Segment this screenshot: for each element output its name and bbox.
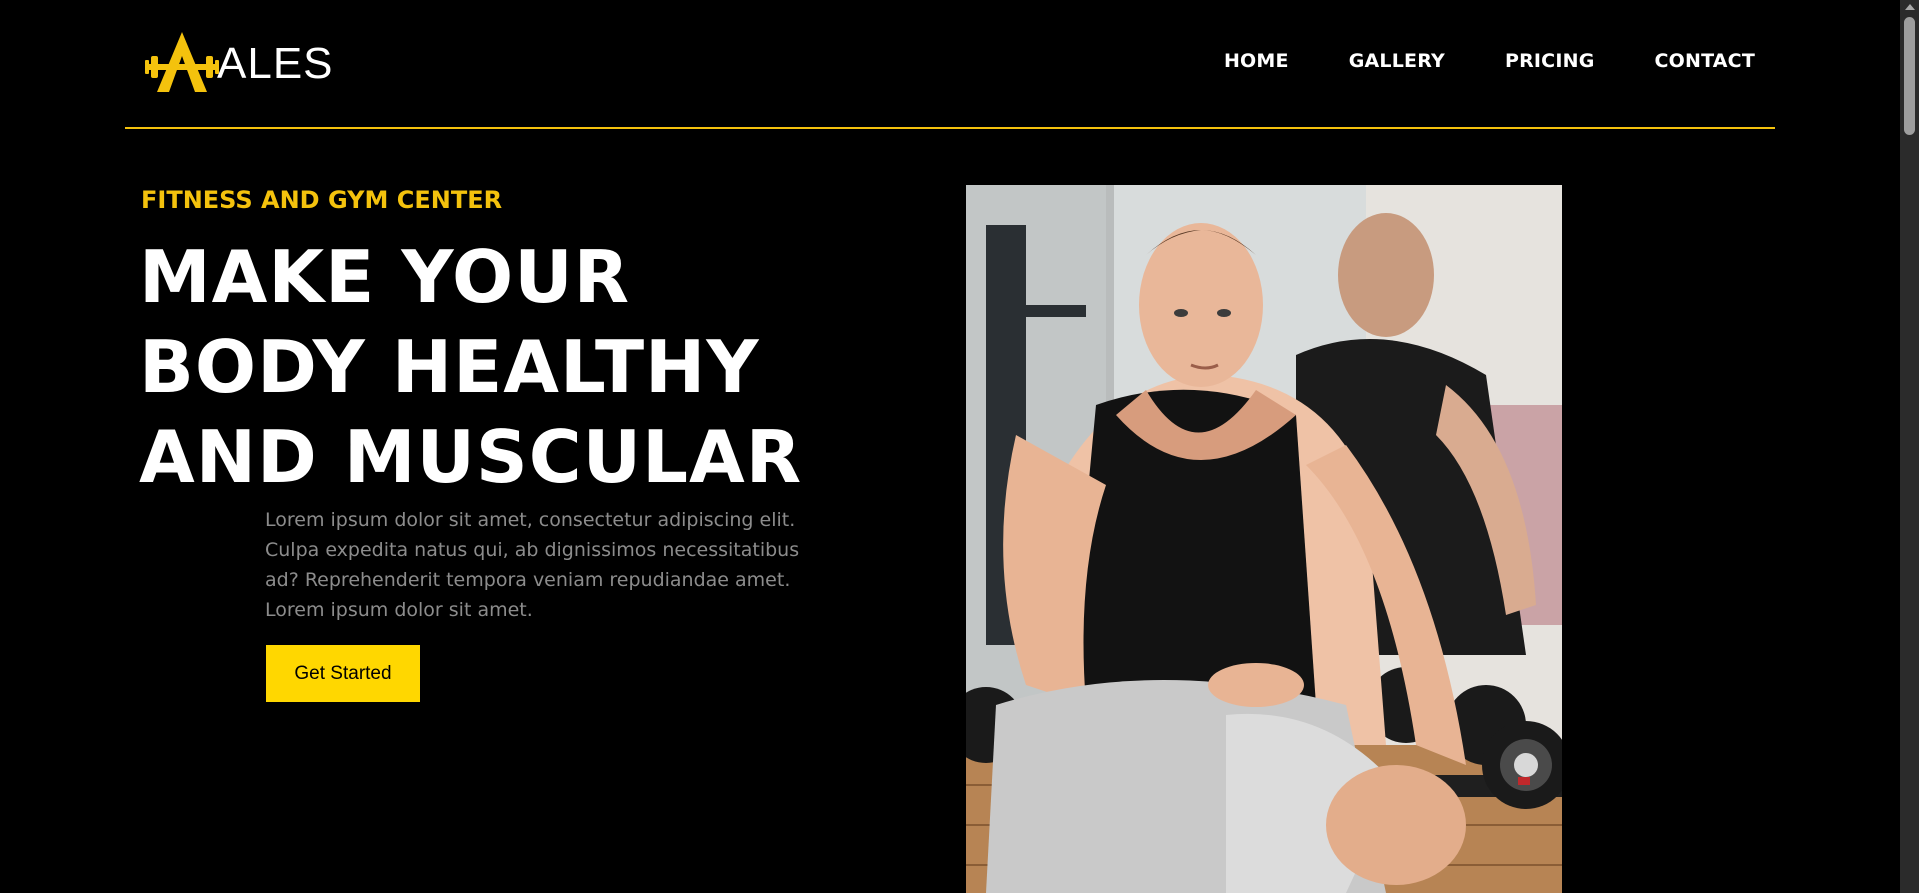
nav-gallery[interactable]: GALLERY (1349, 50, 1445, 72)
scrollbar-thumb[interactable] (1904, 17, 1915, 135)
hero-description: Lorem ipsum dolor sit amet, consectetur … (265, 509, 800, 621)
site-header: ALES HOME GALLERY PRICING CONTACT (125, 0, 1775, 129)
headline-line-1: MAKE YOUR (139, 235, 631, 319)
headline-line-2: BODY HEALTHY (139, 325, 760, 409)
nav-contact[interactable]: CONTACT (1655, 50, 1756, 72)
brand-name: ALES (217, 39, 334, 88)
main-nav: HOME GALLERY PRICING CONTACT (1164, 50, 1755, 72)
athlete-photo-illustration (966, 185, 1562, 893)
headline-line-3: AND MUSCULAR (139, 415, 803, 499)
get-started-button[interactable]: Get Started (266, 645, 420, 702)
hero-athlete-image (966, 185, 1562, 893)
scroll-up-arrow-icon[interactable] (1905, 4, 1915, 10)
hero-eyebrow: FITNESS AND GYM CENTER (141, 186, 503, 214)
nav-home[interactable]: HOME (1224, 50, 1289, 72)
brand-logo[interactable]: ALES (145, 30, 334, 94)
nav-pricing[interactable]: PRICING (1505, 50, 1595, 72)
dumbbell-a-icon (145, 32, 219, 92)
hero-headline: MAKE YOUR BODY HEALTHY AND MUSCULAR (139, 232, 839, 502)
landing-page: ALES HOME GALLERY PRICING CONTACT FITNES… (0, 0, 1919, 893)
page-scrollbar[interactable] (1900, 0, 1919, 893)
